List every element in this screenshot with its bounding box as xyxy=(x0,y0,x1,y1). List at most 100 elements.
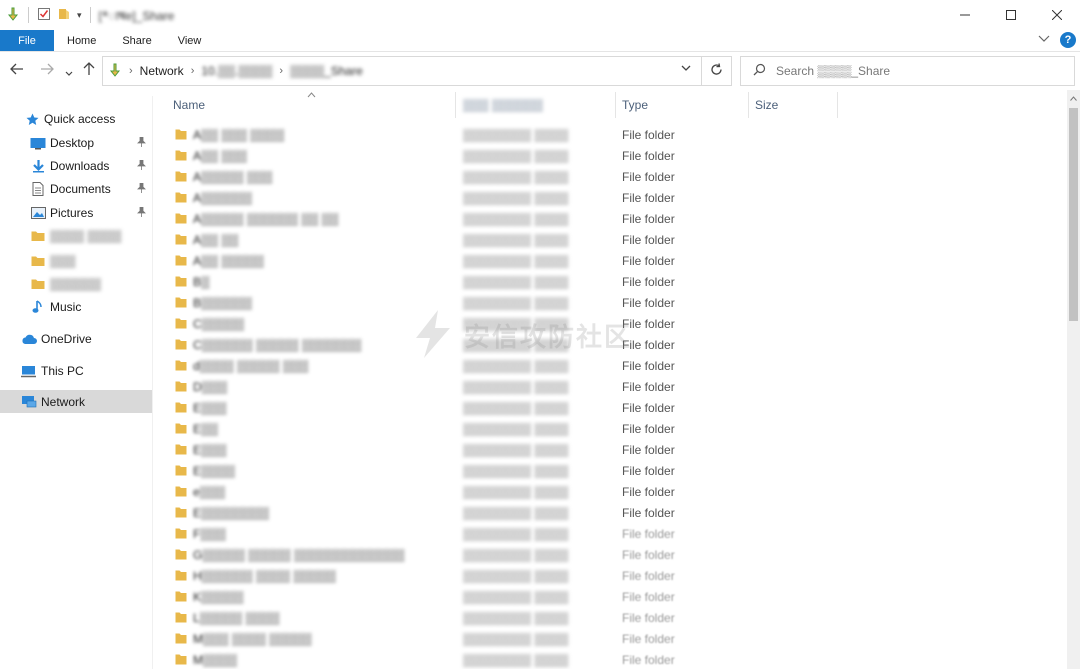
file-row[interactable]: H▒▒▒▒▒▒ ▒▒▒▒ ▒▒▒▒▒ ▒▒▒▒▒▒▒▒ ▒▒▒▒ File fold… xyxy=(155,566,1067,587)
pin-icon[interactable] xyxy=(137,206,146,220)
recent-locations-button[interactable] xyxy=(65,64,73,80)
pin-icon[interactable] xyxy=(137,182,146,196)
column-header-size[interactable]: Size xyxy=(755,98,778,112)
sidebar-item-documents[interactable]: Documents xyxy=(0,178,152,200)
file-type: File folder xyxy=(622,548,675,562)
file-row[interactable]: M▒▒▒▒ ▒▒▒▒▒▒▒▒ ▒▒▒▒ File folder xyxy=(155,650,1067,669)
breadcrumb-host[interactable]: 10.▒▒.▒▒▒▒ xyxy=(201,64,272,78)
file-date: ▒▒▒▒▒▒▒▒ ▒▒▒▒ xyxy=(463,149,569,163)
customize-toolbar-icon[interactable]: ▾ xyxy=(77,10,82,21)
file-row[interactable]: A▒▒ ▒▒▒▒▒ ▒▒▒▒▒▒▒▒ ▒▒▒▒ File folder xyxy=(155,251,1067,272)
sidebar-item-quick-access[interactable]: Quick access xyxy=(0,108,152,130)
sidebar-item-pinned-folder[interactable]: ▒▒▒▒▒▒ xyxy=(0,273,152,295)
address-bar[interactable]: › Network › 10.▒▒.▒▒▒▒ › ▒▒▒▒_Share xyxy=(102,56,702,86)
file-type: File folder xyxy=(622,422,675,436)
app-folder-icon[interactable] xyxy=(6,7,20,24)
column-header-type[interactable]: Type xyxy=(622,98,648,112)
sidebar-item-downloads[interactable]: Downloads xyxy=(0,155,152,177)
file-row[interactable]: G▒▒▒▒▒ ▒▒▒▒▒ ▒▒▒▒▒▒▒▒▒▒▒▒▒ ▒▒▒▒▒▒▒▒ ▒▒▒▒ F… xyxy=(155,545,1067,566)
file-date: ▒▒▒▒▒▒▒▒ ▒▒▒▒ xyxy=(463,569,569,583)
sidebar-item-onedrive[interactable]: OneDrive xyxy=(0,328,152,350)
sidebar-item-network[interactable]: Network xyxy=(0,390,152,413)
sidebar-item-pinned-folder[interactable]: ▒▒▒▒ ▒▒▒▒ xyxy=(0,225,152,247)
pin-icon[interactable] xyxy=(137,136,146,150)
file-row[interactable]: A▒▒▒▒▒ ▒▒▒ ▒▒▒▒▒▒▒▒ ▒▒▒▒ File folder xyxy=(155,167,1067,188)
breadcrumb-network[interactable]: Network xyxy=(140,64,184,78)
close-button[interactable] xyxy=(1034,0,1080,30)
file-row[interactable]: E▒▒▒▒▒▒▒▒ ▒▒▒▒▒▒▒▒ ▒▒▒▒ File folder xyxy=(155,503,1067,524)
tab-share[interactable]: Share xyxy=(109,30,164,51)
tab-home[interactable]: Home xyxy=(54,30,109,51)
maximize-button[interactable] xyxy=(988,0,1034,30)
sidebar-item-desktop[interactable]: Desktop xyxy=(0,132,152,154)
file-row[interactable]: B▒ ▒▒▒▒▒▒▒▒ ▒▒▒▒ File folder xyxy=(155,272,1067,293)
folder-icon xyxy=(175,297,187,308)
sidebar-item-pictures[interactable]: Pictures xyxy=(0,202,152,224)
file-row[interactable]: A▒▒▒▒▒▒ ▒▒▒▒▒▒▒▒ ▒▒▒▒ File folder xyxy=(155,188,1067,209)
file-row[interactable]: D▒▒▒ ▒▒▒▒▒▒▒▒ ▒▒▒▒ File folder xyxy=(155,377,1067,398)
column-header-date[interactable]: ▒▒▒ ▒▒▒▒▒▒ xyxy=(463,98,543,112)
address-history-dropdown[interactable] xyxy=(681,63,691,75)
column-header-name[interactable]: Name xyxy=(173,98,205,112)
file-name: A▒▒▒▒▒ ▒▒▒▒▒▒ ▒▒ ▒▒ xyxy=(193,212,339,226)
expand-ribbon-icon[interactable] xyxy=(1038,34,1050,46)
back-button[interactable] xyxy=(10,62,24,78)
help-icon[interactable]: ? xyxy=(1060,32,1076,48)
file-row[interactable]: d▒▒▒▒ ▒▒▒▒▒ ▒▒▒ ▒▒▒▒▒▒▒▒ ▒▒▒▒ File folder xyxy=(155,356,1067,377)
minimize-button[interactable] xyxy=(942,0,988,30)
scroll-up-icon[interactable] xyxy=(1070,94,1077,103)
file-type: File folder xyxy=(622,569,675,583)
file-name: A▒▒▒▒▒▒ xyxy=(193,191,253,205)
file-type: File folder xyxy=(622,653,675,667)
breadcrumb-separator-icon[interactable]: › xyxy=(279,65,283,77)
search-box[interactable]: Search ▒▒▒▒_Share xyxy=(740,56,1075,86)
file-row[interactable]: A▒▒▒▒▒ ▒▒▒▒▒▒ ▒▒ ▒▒ ▒▒▒▒▒▒▒▒ ▒▒▒▒ File fol… xyxy=(155,209,1067,230)
file-type: File folder xyxy=(622,590,675,604)
refresh-button[interactable] xyxy=(702,56,732,86)
file-row[interactable]: E▒▒▒ ▒▒▒▒▒▒▒▒ ▒▒▒▒ File folder xyxy=(155,398,1067,419)
sidebar-item-music[interactable]: Music xyxy=(0,296,152,318)
file-row[interactable]: e▒▒▒ ▒▒▒▒▒▒▒▒ ▒▒▒▒ File folder xyxy=(155,482,1067,503)
file-row[interactable]: A▒▒ ▒▒ ▒▒▒▒▒▒▒▒ ▒▒▒▒ File folder xyxy=(155,230,1067,251)
file-row[interactable]: E▒▒▒▒ ▒▒▒▒▒▒▒▒ ▒▒▒▒ File folder xyxy=(155,461,1067,482)
download-icon xyxy=(30,159,46,173)
column-divider[interactable] xyxy=(455,92,456,118)
vertical-scrollbar[interactable] xyxy=(1067,90,1080,669)
file-row[interactable]: K▒▒▒▒▒ ▒▒▒▒▒▒▒▒ ▒▒▒▒ File folder xyxy=(155,587,1067,608)
column-divider[interactable] xyxy=(837,92,838,118)
file-row[interactable]: C▒▒▒▒▒ ▒▒▒▒▒▒▒▒ ▒▒▒▒ File folder xyxy=(155,314,1067,335)
file-row[interactable]: L▒▒▒▒▒ ▒▒▒▒ ▒▒▒▒▒▒▒▒ ▒▒▒▒ File folder xyxy=(155,608,1067,629)
file-row[interactable]: A▒▒ ▒▒▒ ▒▒▒▒ ▒▒▒▒▒▒▒▒ ▒▒▒▒ File folder xyxy=(155,125,1067,146)
file-row[interactable]: E▒▒ ▒▒▒▒▒▒▒▒ ▒▒▒▒ File folder xyxy=(155,419,1067,440)
column-divider[interactable] xyxy=(748,92,749,118)
file-row[interactable]: F▒▒▒ ▒▒▒▒▒▒▒▒ ▒▒▒▒ File folder xyxy=(155,524,1067,545)
tab-view[interactable]: View xyxy=(165,30,215,51)
star-icon xyxy=(24,112,40,126)
sidebar-item-pinned-folder[interactable]: ▒▒▒ xyxy=(0,250,152,272)
folder-icon xyxy=(175,486,187,497)
forward-button[interactable] xyxy=(40,62,54,78)
file-date: ▒▒▒▒▒▒▒▒ ▒▒▒▒ xyxy=(463,506,569,520)
file-row[interactable]: M▒▒▒ ▒▒▒▒ ▒▒▒▒▒ ▒▒▒▒▒▒▒▒ ▒▒▒▒ File folder xyxy=(155,629,1067,650)
scrollbar-thumb[interactable] xyxy=(1069,108,1078,321)
up-button[interactable] xyxy=(83,62,95,79)
sidebar-item-this-pc[interactable]: This PC xyxy=(0,360,152,382)
file-name: D▒▒▒ xyxy=(193,380,228,394)
file-type: File folder xyxy=(622,464,675,478)
file-row[interactable]: A▒▒ ▒▒▒ ▒▒▒▒▒▒▒▒ ▒▒▒▒ File folder xyxy=(155,146,1067,167)
new-folder-icon[interactable] xyxy=(57,7,71,24)
file-row[interactable]: E▒▒▒ ▒▒▒▒▒▒▒▒ ▒▒▒▒ File folder xyxy=(155,440,1067,461)
file-name: A▒▒ ▒▒▒▒▒ xyxy=(193,254,264,268)
breadcrumb-share[interactable]: ▒▒▒▒_Share xyxy=(290,64,363,78)
sidebar-item-label: ▒▒▒ xyxy=(50,254,76,268)
properties-icon[interactable] xyxy=(37,7,51,24)
file-row[interactable]: B▒▒▒▒▒▒ ▒▒▒▒▒▒▒▒ ▒▒▒▒ File folder xyxy=(155,293,1067,314)
file-row[interactable]: C▒▒▒▒▒▒ ▒▒▒▒▒ ▒▒▒▒▒▒▒ ▒▒▒▒▒▒▒▒ ▒▒▒▒ File f… xyxy=(155,335,1067,356)
breadcrumb-separator-icon[interactable]: › xyxy=(191,65,195,77)
breadcrumb-separator-icon[interactable]: › xyxy=(129,65,133,77)
column-divider[interactable] xyxy=(615,92,616,118)
file-date: ▒▒▒▒▒▒▒▒ ▒▒▒▒ xyxy=(463,317,569,331)
file-name: L▒▒▒▒▒ ▒▒▒▒ xyxy=(193,611,280,625)
pin-icon[interactable] xyxy=(137,159,146,173)
tab-file[interactable]: File xyxy=(0,30,54,51)
